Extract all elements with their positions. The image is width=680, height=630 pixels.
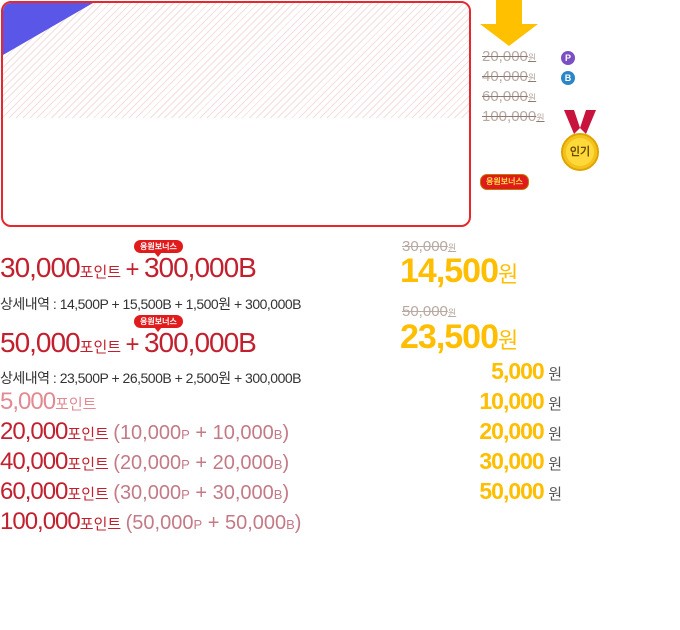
package-row[interactable]: 60,000포인트 (30,000P + 30,000B) <box>0 478 289 506</box>
package-p-amount: 10,000 <box>119 422 182 444</box>
close-paren: ) <box>294 512 302 534</box>
package-b-amount: 10,000 <box>212 422 274 444</box>
plus-sign: + <box>195 422 208 444</box>
offer-points-word: 포인트 <box>79 339 122 356</box>
package-row[interactable]: 40,000포인트 (20,000P + 20,000B) <box>0 448 289 476</box>
side-price-row: 40,000원 <box>482 68 536 86</box>
side-price: 40,000 <box>482 68 528 85</box>
package-p-unit: P <box>181 457 190 472</box>
package-p-unit: P <box>181 487 190 502</box>
package-p-unit: P <box>193 517 203 532</box>
offer-price-amount: 23,500 <box>400 318 499 356</box>
package-b-unit: B <box>286 517 295 532</box>
package-points: 20,000 <box>0 418 68 445</box>
offer-points-word: 포인트 <box>79 264 122 281</box>
medal-label: 인기 <box>569 146 591 158</box>
plus-sign: + <box>125 256 140 283</box>
package-points-word: 포인트 <box>67 486 109 503</box>
package-b-amount: 50,000 <box>224 512 287 534</box>
package-points-word: 포인트 <box>79 516 122 533</box>
offer-detail: 상세내역 : 14,500P + 15,500B + 1,500원 + 300,… <box>0 296 301 312</box>
package-breakdown: (30,000P + 30,000B) <box>113 482 289 504</box>
package-price-amount: 5,000 <box>491 358 545 384</box>
package-price[interactable]: 5,000 원 <box>440 358 562 385</box>
package-points-word: 포인트 <box>55 396 97 413</box>
plus-sign: + <box>195 482 208 504</box>
offer-row[interactable]: 30,000포인트 + 300,000B <box>0 252 257 284</box>
offer-price[interactable]: 14,500원 <box>400 252 518 291</box>
point-badge-icon: P <box>561 51 575 65</box>
package-price[interactable]: 50,000 원 <box>440 478 562 505</box>
offer-detail: 상세내역 : 23,500P + 26,500B + 2,500원 + 300,… <box>0 370 301 386</box>
side-price-row: 20,000원 <box>482 48 536 66</box>
package-p-amount: 30,000 <box>119 482 182 504</box>
package-row[interactable]: 5,000포인트 <box>0 388 96 416</box>
package-points: 40,000 <box>0 448 68 475</box>
package-points: 5,000 <box>0 388 56 415</box>
offer-price-amount: 14,500 <box>400 252 499 290</box>
offer-price-unit: 원 <box>498 328 519 353</box>
bonus-pill: 응원보너스 <box>480 174 529 190</box>
close-paren: ) <box>282 422 290 444</box>
open-paren: ( <box>113 452 120 474</box>
package-price-unit: 원 <box>548 396 562 413</box>
plus-sign: + <box>207 512 220 534</box>
down-arrow-icon <box>480 0 538 46</box>
package-price-unit: 원 <box>548 426 562 443</box>
package-price[interactable]: 10,000 원 <box>440 388 562 415</box>
medal-icon <box>561 110 599 171</box>
package-breakdown: (50,000P + 50,000B) <box>126 512 302 534</box>
offer-original-unit: 원 <box>447 308 457 318</box>
package-p-amount: 50,000 <box>132 512 194 534</box>
side-price-unit: 원 <box>527 73 537 83</box>
package-points-word: 포인트 <box>67 426 109 443</box>
side-price: 20,000 <box>482 48 528 65</box>
open-paren: ( <box>113 422 120 444</box>
side-price-unit: 원 <box>536 113 545 123</box>
package-price-amount: 10,000 <box>479 388 544 414</box>
package-price-unit: 원 <box>548 456 562 473</box>
offer-row[interactable]: 50,000포인트 + 300,000B <box>0 327 257 359</box>
package-points-word: 포인트 <box>67 456 109 473</box>
banner-corner-triangle <box>3 3 93 55</box>
banner-card <box>1 1 471 227</box>
package-points: 100,000 <box>0 508 81 535</box>
offer-bonus: 300,000B <box>143 327 257 358</box>
close-paren: ) <box>282 452 290 474</box>
package-price-amount: 50,000 <box>479 478 544 504</box>
plus-sign: + <box>125 331 140 358</box>
offer-bonus: 300,000B <box>143 252 257 283</box>
package-price-unit: 원 <box>548 366 562 383</box>
side-price-row: 100,000원 <box>482 108 545 126</box>
bonus-badge-icon: B <box>561 71 575 85</box>
side-price: 60,000 <box>482 88 528 105</box>
offer-points: 30,000 <box>0 252 81 283</box>
offer-price-unit: 원 <box>498 262 519 287</box>
side-price-unit: 원 <box>527 53 537 63</box>
package-price-amount: 30,000 <box>479 448 544 474</box>
package-breakdown: (10,000P + 10,000B) <box>113 422 289 444</box>
package-price-unit: 원 <box>548 486 562 503</box>
package-row[interactable]: 100,000포인트 (50,000P + 50,000B) <box>0 508 301 536</box>
package-price[interactable]: 20,000 원 <box>440 418 562 445</box>
side-price-unit: 원 <box>527 93 537 103</box>
package-b-amount: 20,000 <box>212 452 274 474</box>
package-points: 60,000 <box>0 478 68 505</box>
offer-points: 50,000 <box>0 327 81 358</box>
package-price-amount: 20,000 <box>479 418 544 444</box>
package-breakdown: (20,000P + 20,000B) <box>113 452 289 474</box>
plus-sign: + <box>195 452 208 474</box>
package-p-amount: 20,000 <box>119 452 182 474</box>
offer-price[interactable]: 23,500원 <box>400 318 518 357</box>
side-price: 100,000 <box>482 108 537 125</box>
package-price[interactable]: 30,000 원 <box>440 448 562 475</box>
package-p-unit: P <box>181 427 190 442</box>
close-paren: ) <box>282 482 290 504</box>
package-row[interactable]: 20,000포인트 (10,000P + 10,000B) <box>0 418 289 446</box>
package-b-amount: 30,000 <box>212 482 274 504</box>
open-paren: ( <box>113 482 120 504</box>
side-price-row: 60,000원 <box>482 88 536 106</box>
